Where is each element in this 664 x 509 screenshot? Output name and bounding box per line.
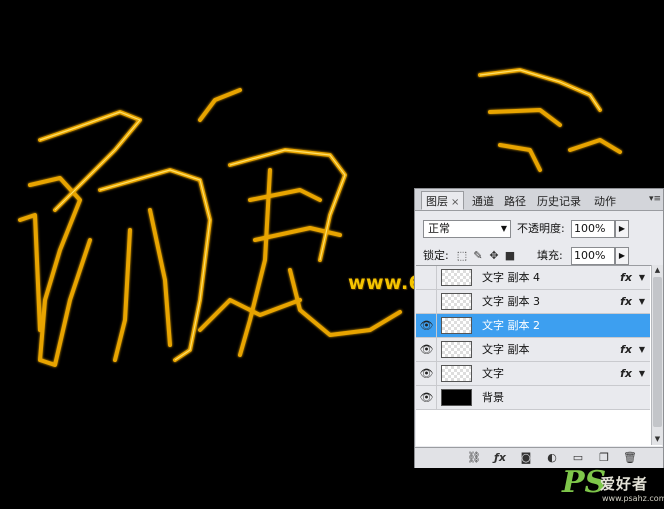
visibility-toggle[interactable] [417,266,437,289]
layer-list: 文字 副本 4 fx ▼ 文字 副本 3 fx ▼ 👁 文字 副本 2 👁 文字… [416,265,662,446]
logo-name: 爱好者 [600,475,649,493]
tab-close-icon[interactable]: × [451,197,459,208]
site-logo: PS 爱好者 www.psahz.com [562,467,664,507]
trash-icon[interactable]: 🗑 [621,449,639,466]
layer-thumbnail [441,269,472,286]
layer-row-background[interactable]: 👁 背景 [416,386,650,410]
layer-row-copy2[interactable]: 👁 文字 副本 2 [416,314,650,338]
lock-brush-icon[interactable]: ✎ [471,249,485,263]
panel-tab-bar: 图层 × 通道 路径 历史记录 动作 ▾≡ [415,189,663,211]
scroll-up-icon[interactable]: ▲ [652,265,663,276]
tab-layers-label: 图层 [426,195,448,208]
expand-effects-icon[interactable]: ▼ [639,338,645,361]
opacity-field[interactable]: 100% [571,220,615,238]
layer-thumbnail [441,341,472,358]
layer-thumbnail [441,293,472,310]
tab-history[interactable]: 历史记录 [532,191,586,210]
tab-paths[interactable]: 路径 [499,191,531,210]
layer-name: 背景 [482,391,504,404]
tab-actions[interactable]: 动作 [589,191,621,210]
layer-row-text[interactable]: 👁 文字 fx ▼ [416,362,650,386]
blend-opacity-row: 正常 ▼ 不透明度: 100% ▶ [419,220,663,239]
layer-thumbnail [441,365,472,382]
layer-thumbnail [441,317,472,334]
layer-list-scrollbar[interactable]: ▲ ▼ [651,265,663,445]
eye-icon[interactable]: 👁 [417,362,437,385]
layer-row-copy[interactable]: 👁 文字 副本 fx ▼ [416,338,650,362]
tab-layers[interactable]: 图层 × [421,191,465,210]
adjustment-icon[interactable]: ◐ [543,449,561,466]
eye-icon[interactable]: 👁 [417,338,437,361]
link-icon[interactable]: ⛓ [465,449,483,466]
layer-name: 文字 副本 2 [482,319,540,332]
lock-label: 锁定: [423,249,449,262]
new-layer-icon[interactable]: ❐ [595,449,613,466]
blend-mode-value: 正常 [428,222,450,235]
logo-url: www.psahz.com [602,494,664,503]
fx-icon[interactable]: fx [620,290,632,313]
chevron-down-icon: ▼ [500,224,507,233]
layer-name: 文字 [482,367,504,380]
expand-effects-icon[interactable]: ▼ [639,362,645,385]
eye-icon[interactable]: 👁 [417,386,437,409]
lock-transparency-icon[interactable]: ⬚ [455,249,469,263]
scroll-down-icon[interactable]: ▼ [652,434,663,445]
folder-icon[interactable]: ▭ [569,449,587,466]
fill-label: 填充: [537,249,563,262]
visibility-toggle[interactable] [417,290,437,313]
panel-menu-icon[interactable]: ▾≡ [649,194,661,204]
mask-icon[interactable]: ◙ [517,449,535,466]
layer-row-copy3[interactable]: 文字 副本 3 fx ▼ [416,290,650,314]
fx-icon[interactable]: fx [620,266,632,289]
fill-slider-toggle[interactable]: ▶ [615,247,629,265]
fill-field[interactable]: 100% [571,247,615,265]
fx-icon[interactable]: fx [620,338,632,361]
layer-name: 文字 副本 [482,343,530,356]
opacity-label: 不透明度: [517,222,565,235]
layer-row-copy4[interactable]: 文字 副本 4 fx ▼ [416,266,650,290]
eye-icon[interactable]: 👁 [417,314,437,337]
lock-move-icon[interactable]: ✥ [487,249,501,263]
scrollbar-thumb[interactable] [653,277,662,427]
expand-effects-icon[interactable]: ▼ [639,266,645,289]
opacity-slider-toggle[interactable]: ▶ [615,220,629,238]
tab-channels[interactable]: 通道 [467,191,499,210]
layer-name: 文字 副本 4 [482,271,540,284]
expand-effects-icon[interactable]: ▼ [639,290,645,313]
lock-fill-row: 锁定: ⬚ ✎ ✥ ■ 填充: 100% ▶ [419,247,663,266]
add-style-icon[interactable]: ƒx [491,449,509,466]
layer-thumbnail [441,389,472,406]
layers-panel: 图层 × 通道 路径 历史记录 动作 ▾≡ 正常 ▼ 不透明度: 100% ▶ 锁… [414,188,664,468]
lock-all-icon[interactable]: ■ [503,249,517,263]
layers-bottom-toolbar: ⛓ ƒx ◙ ◐ ▭ ❐ 🗑 [415,447,663,468]
blend-mode-select[interactable]: 正常 ▼ [423,220,511,238]
fx-icon[interactable]: fx [620,362,632,385]
layer-name: 文字 副本 3 [482,295,540,308]
